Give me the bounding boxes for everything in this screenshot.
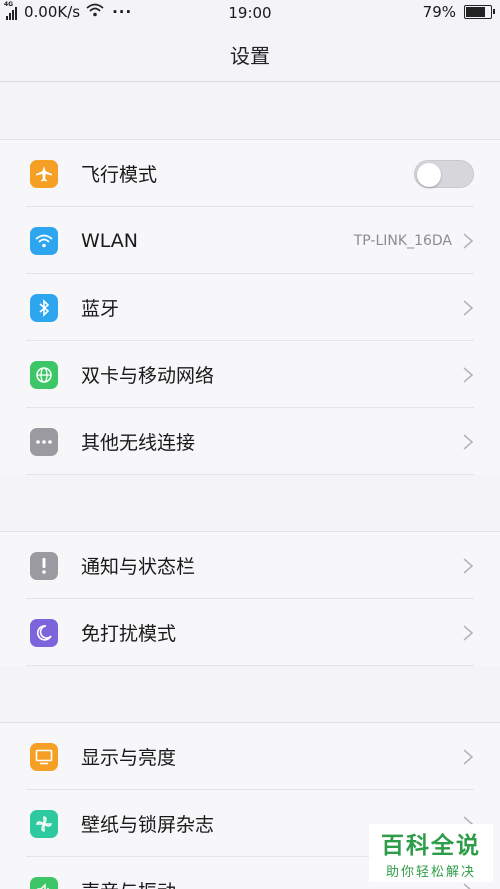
chevron-right-icon [463,624,474,641]
settings-item-label: 壁纸与锁屏杂志 [81,814,215,836]
settings-item-notifications[interactable]: 通知与状态栏 [0,532,500,599]
watermark-logo: 百科全说 助你轻松解决 [369,824,493,882]
settings-item-do-not-disturb[interactable]: 免打扰模式 [0,599,500,666]
status-right: 79% [422,3,495,21]
wlan-network-name: TP-LINK_16DA [353,232,452,249]
chevron-right-icon [463,366,474,383]
settings-group-connectivity: 飞行模式 WLAN TP-LINK_16DA 蓝牙 双卡与移动网络 其他无线连接 [0,139,500,475]
battery-percent: 79% [422,3,456,21]
settings-item-label: 免打扰模式 [81,623,177,645]
page-header: 设置 [0,28,500,82]
watermark-title: 百科全说 [381,833,481,859]
display-icon [30,742,58,771]
settings-item-airplane-mode[interactable]: 飞行模式 [0,140,500,207]
wifi-icon [30,226,58,255]
settings-item-label: WLAN [81,229,139,252]
settings-item-label: 显示与亮度 [81,747,177,769]
settings-item-label: 飞行模式 [81,164,158,186]
settings-item-label: 双卡与移动网络 [81,365,215,387]
chevron-right-icon [463,882,472,889]
chevron-right-icon [463,557,474,574]
page-title: 设置 [230,44,270,68]
moon-icon [30,618,58,647]
exclamation-icon [30,551,58,580]
settings-item-display[interactable]: 显示与亮度 [0,723,500,790]
settings-item-label: 蓝牙 [81,298,120,320]
chevron-right-icon [463,433,474,450]
chevron-right-icon [463,232,474,249]
settings-item-label: 其他无线连接 [81,432,196,454]
settings-item-bluetooth[interactable]: 蓝牙 [0,274,500,341]
airplane-icon [30,159,58,188]
settings-item-dual-sim[interactable]: 双卡与移动网络 [0,341,500,408]
pinwheel-icon [30,809,58,838]
airplane-mode-toggle[interactable] [414,159,474,188]
settings-item-label: 通知与状态栏 [81,556,196,578]
globe-icon [30,360,58,389]
chevron-right-icon [463,299,474,316]
watermark-subtitle: 助你轻松解决 [385,865,476,880]
status-bar: 4G 0.00K/s ··· 19:00 79% [0,0,500,28]
chevron-right-icon [463,748,474,765]
settings-item-other-wireless[interactable]: 其他无线连接 [0,408,500,475]
settings-item-label: 声音与振动 [81,877,176,889]
settings-item-wlan[interactable]: WLAN TP-LINK_16DA [0,207,500,274]
more-icon [30,427,58,456]
bluetooth-icon [30,293,58,322]
settings-group-notifications: 通知与状态栏 免打扰模式 [0,531,500,666]
sound-icon [30,876,58,889]
battery-icon [464,5,495,19]
